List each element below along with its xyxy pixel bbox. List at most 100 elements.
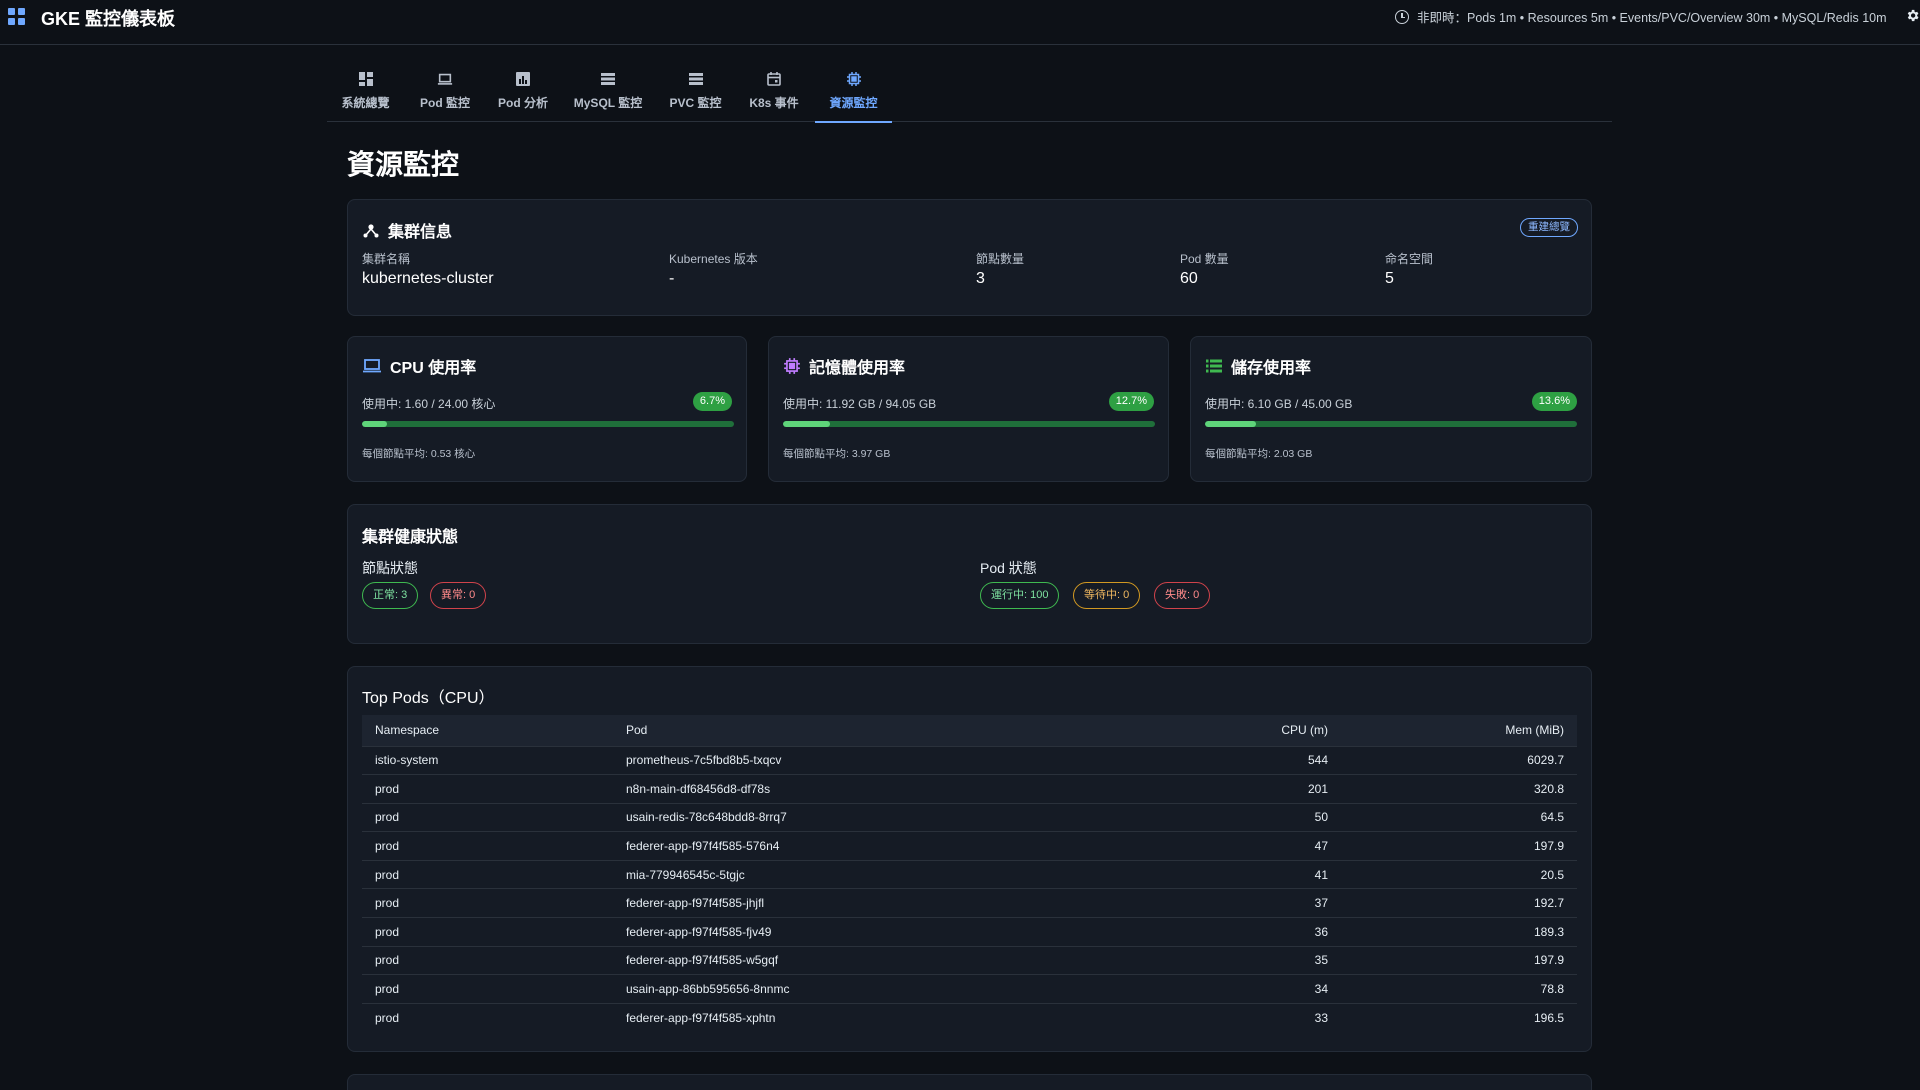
rebuild-overview-button[interactable]: 重建總覽 [1520,218,1578,237]
column-header-namespace[interactable]: Namespace [362,715,613,746]
cell-cpu: 33 [1133,1002,1341,1032]
cell-cpu: 41 [1133,859,1341,889]
column-header-cpu[interactable]: CPU (m) [1133,715,1341,746]
cell-mem: 197.9 [1341,831,1577,861]
cell-namespace: prod [362,974,613,1004]
top-pods-table: Namespace Pod CPU (m) Mem (MiB) istio-sy… [362,715,1577,1032]
node-count-label: 節點數量 [976,252,1025,266]
tab-mysql[interactable]: MySQL 監控 [572,62,644,122]
pod-running-chip: 運行中: 100 [980,582,1060,609]
app-title: GKE 監控儀表板 [41,9,176,29]
calendar-icon [766,71,782,87]
tab-bar: 系統總覽 Pod 監控 Pod 分析 MySQL 監控 PVC 監控 K8s 事… [327,62,1612,123]
node-count-value: 3 [976,270,985,287]
table-row: prod federer-app-f97f4f585-xphtn 33 196.5 [362,1002,1577,1032]
refresh-text: 非即時：Pods 1m • Resources 5m • Events/PVC/… [1417,11,1887,25]
next-section-card [347,1074,1592,1090]
memory-usage-card: 記憶體使用率 使用中: 11.92 GB / 94.05 GB 12.7% 每個… [768,336,1169,482]
cluster-info-title: 集群信息 [362,218,452,242]
memory-avg-text: 每個節點平均: 3.97 GB [783,448,891,460]
cell-cpu: 37 [1133,888,1341,918]
laptop-icon [363,359,381,373]
cell-pod: federer-app-f97f4f585-xphtn [613,1002,1133,1032]
cpu-usage-text: 使用中: 1.60 / 24.00 核心 [362,397,496,411]
table-row: prod federer-app-f97f4f585-576n4 47 197.9 [362,831,1577,861]
pod-status-label: Pod 狀態 [980,560,1037,576]
column-header-mem[interactable]: Mem (MiB) [1341,715,1577,746]
column-header-pod[interactable]: Pod [613,715,1133,746]
node-status-label: 節點狀態 [362,560,418,576]
page-title: 資源監控 [347,149,460,180]
storage-usage-text: 使用中: 6.10 GB / 45.00 GB [1205,397,1353,411]
cell-mem: 197.9 [1341,945,1577,975]
storage-icon [600,71,616,87]
table-row: prod federer-app-f97f4f585-jhjfl 37 192.7 [362,888,1577,918]
top-pods-card: Top Pods（CPU） Namespace Pod CPU (m) Mem … [347,666,1592,1052]
memory-progress-fill [783,421,831,427]
table-header-row: Namespace Pod CPU (m) Mem (MiB) [362,715,1577,746]
node-healthy-chip: 正常: 3 [362,582,419,609]
cpu-percent-badge: 6.7% [692,392,732,411]
cell-pod: mia-779946545c-5tgjc [613,859,1133,889]
cell-cpu: 36 [1133,917,1341,947]
memory-progress-bar [783,421,1155,427]
chip-icon [784,358,800,374]
cell-cpu: 35 [1133,945,1341,975]
tab-resource-monitor[interactable]: 資源監控 [815,62,892,123]
laptop-icon [437,71,453,87]
tab-pod-analysis[interactable]: Pod 分析 [494,62,552,122]
storage-progress-bar [1205,421,1577,427]
cell-namespace: istio-system [362,745,613,775]
cpu-usage-card: CPU 使用率 使用中: 1.60 / 24.00 核心 6.7% 每個節點平均… [347,336,747,482]
table-row: prod federer-app-f97f4f585-fjv49 36 189.3 [362,917,1577,947]
tab-k8s-events[interactable]: K8s 事件 [748,62,800,122]
cell-namespace: prod [362,888,613,918]
cell-mem: 196.5 [1341,1002,1577,1032]
memory-usage-title: 記憶體使用率 [783,354,905,378]
table-row: prod mia-779946545c-5tgjc 41 20.5 [362,859,1577,889]
cell-pod: usain-app-86bb595656-8nnmc [613,974,1133,1004]
hub-icon [363,224,379,238]
cell-mem: 20.5 [1341,859,1577,889]
storage-usage-title: 儲存使用率 [1205,354,1311,378]
memory-percent-badge: 12.7% [1108,392,1154,411]
refresh-info: 非即時：Pods 1m • Resources 5m • Events/PVC/… [1395,7,1887,26]
cell-namespace: prod [362,859,613,889]
dashboard-icon [358,71,374,87]
cell-pod: federer-app-f97f4f585-w5gqf [613,945,1133,975]
cell-namespace: prod [362,831,613,861]
cell-namespace: prod [362,1002,613,1032]
cell-pod: federer-app-f97f4f585-fjv49 [613,917,1133,947]
node-abnormal-chip: 異常: 0 [430,582,487,609]
storage-percent-badge: 13.6% [1531,392,1577,411]
storage-icon [688,71,704,87]
table-row: prod usain-redis-78c648bdd8-8rrq7 50 64.5 [362,802,1577,832]
namespace-count-label: 命名空間 [1385,252,1434,266]
cell-mem: 189.3 [1341,917,1577,947]
storage-icon [1206,359,1222,373]
cell-pod: n8n-main-df68456d8-df78s [613,774,1133,804]
tab-overview[interactable]: 系統總覽 [340,62,391,122]
cpu-avg-text: 每個節點平均: 0.53 核心 [362,448,476,460]
cell-namespace: prod [362,945,613,975]
top-pods-title: Top Pods（CPU） [362,690,495,707]
cell-cpu: 50 [1133,802,1341,832]
cell-namespace: prod [362,774,613,804]
pod-failed-chip: 失敗: 0 [1154,582,1211,609]
storage-progress-fill [1205,421,1256,427]
tab-pvc[interactable]: PVC 監控 [668,62,723,122]
cell-mem: 64.5 [1341,802,1577,832]
cell-pod: federer-app-f97f4f585-576n4 [613,831,1133,861]
cell-cpu: 47 [1133,831,1341,861]
cluster-name-value: kubernetes-cluster [362,270,494,287]
table-row: prod federer-app-f97f4f585-w5gqf 35 197.9 [362,945,1577,975]
cell-cpu: 34 [1133,974,1341,1004]
tab-pod-monitor[interactable]: Pod 監控 [416,62,474,122]
gear-icon[interactable] [1905,8,1920,23]
cluster-info-card: 集群信息 重建總覽 集群名稱 kubernetes-cluster Kubern… [347,199,1592,316]
apps-icon [8,8,25,25]
cell-mem: 78.8 [1341,974,1577,1004]
cpu-usage-title: CPU 使用率 [362,354,476,378]
cell-mem: 320.8 [1341,774,1577,804]
table-row: istio-system prometheus-7c5fbd8b5-txqcv 54… [362,745,1577,775]
